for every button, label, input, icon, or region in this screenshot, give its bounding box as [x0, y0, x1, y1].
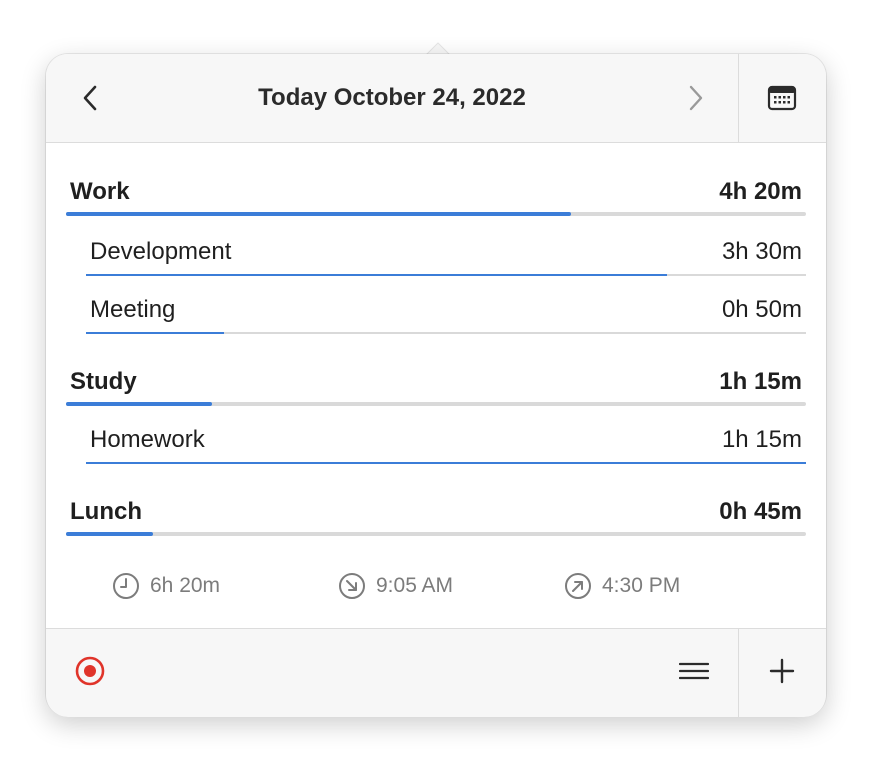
start-time-stat: 9:05 AM: [338, 566, 453, 606]
time-tracker-popover: Today October 24, 2022 Work 4h 20m Devel…: [46, 54, 826, 717]
arrow-down-right-circle-icon: [339, 573, 365, 599]
subcategory-row-development[interactable]: Development 3h 30m: [86, 226, 806, 276]
progress-track: [66, 532, 806, 536]
subcategory-label: Homework: [90, 426, 205, 453]
menu-icon: [679, 662, 709, 680]
menu-button[interactable]: [672, 651, 716, 691]
subcategory-label: Development: [90, 238, 232, 265]
category-label: Work: [70, 178, 130, 205]
end-time-stat: 4:30 PM: [564, 566, 680, 606]
category-duration: 0h 45m: [719, 498, 802, 525]
progress-fill: [66, 402, 212, 406]
progress-fill: [86, 462, 806, 464]
clock-icon: [113, 573, 139, 599]
footer-toolbar: [46, 628, 826, 717]
category-row-lunch[interactable]: Lunch 0h 45m: [66, 486, 806, 536]
summary-stats: 6h 20m 9:05 AM 4:30 PM: [46, 566, 826, 606]
record-button[interactable]: [70, 651, 110, 691]
start-time-value: 9:05 AM: [376, 574, 454, 597]
end-time-value: 4:30 PM: [602, 574, 681, 597]
add-button[interactable]: [760, 651, 804, 691]
plus-icon: [769, 658, 795, 684]
progress-fill: [66, 212, 572, 216]
category-duration: 4h 20m: [719, 178, 802, 205]
category-label: Study: [70, 368, 137, 395]
category-duration: 1h 15m: [719, 368, 802, 395]
subcategory-duration: 0h 50m: [721, 296, 802, 323]
footer-divider: [738, 629, 739, 717]
calendar-button[interactable]: [760, 76, 804, 120]
header: Today October 24, 2022: [46, 54, 826, 143]
chevron-left-icon: [83, 85, 97, 111]
arrow-up-right-circle-icon: [565, 573, 591, 599]
subcategory-duration: 1h 15m: [721, 426, 802, 453]
page-title: Today October 24, 2022: [258, 84, 526, 111]
progress-fill: [86, 332, 225, 334]
category-row-work[interactable]: Work 4h 20m: [66, 166, 806, 216]
total-time-value: 6h 20m: [150, 574, 221, 597]
category-label: Lunch: [70, 498, 142, 525]
chevron-right-icon: [689, 85, 703, 111]
next-day-button[interactable]: [674, 76, 718, 120]
subcategory-row-homework[interactable]: Homework 1h 15m: [86, 414, 806, 464]
category-row-study[interactable]: Study 1h 15m: [66, 356, 806, 406]
progress-fill: [86, 274, 668, 276]
total-time-stat: 6h 20m: [112, 566, 220, 606]
progress-fill: [66, 532, 154, 536]
subcategory-duration: 3h 30m: [721, 238, 802, 265]
header-divider: [738, 54, 739, 142]
subcategory-label: Meeting: [90, 296, 176, 323]
previous-day-button[interactable]: [68, 76, 112, 120]
subcategory-row-meeting[interactable]: Meeting 0h 50m: [86, 284, 806, 334]
record-icon: [75, 656, 105, 686]
calendar-icon: [767, 85, 797, 111]
